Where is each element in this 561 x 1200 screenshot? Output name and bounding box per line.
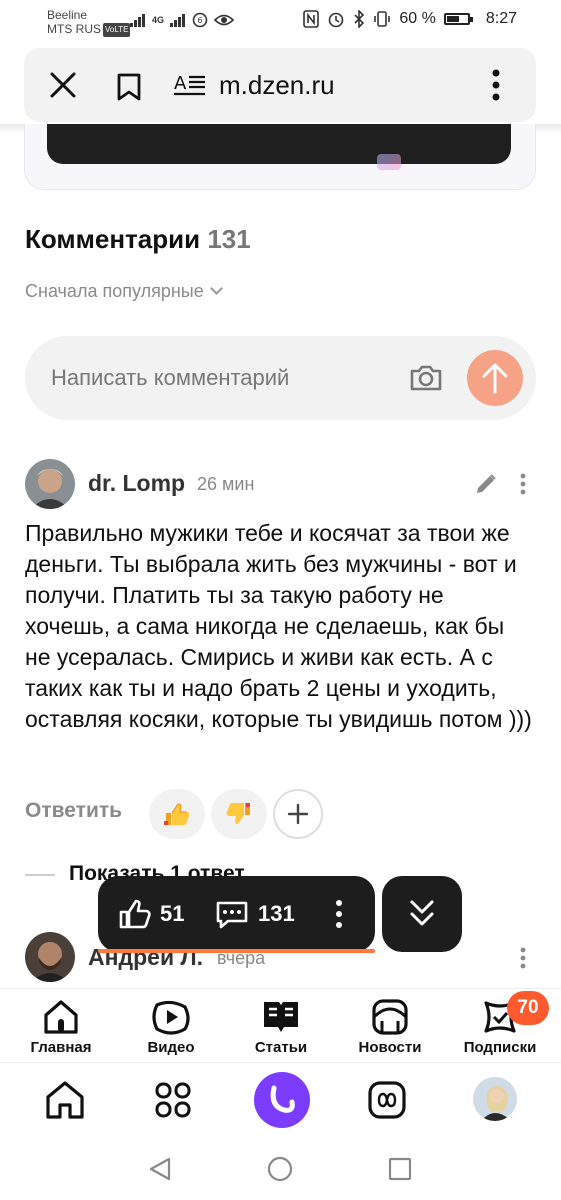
eye-icon (214, 14, 235, 26)
clock: 8:27 (485, 10, 517, 27)
more-vertical-icon[interactable] (486, 68, 506, 102)
nfc-icon (303, 10, 320, 28)
like-count[interactable]: 51 (160, 901, 184, 927)
comment-more-icon[interactable] (516, 472, 530, 496)
chevron-down-icon (209, 282, 223, 295)
data-saver-icon: 6 (192, 12, 208, 28)
news-icon (372, 999, 408, 1035)
video-icon (152, 1000, 190, 1035)
recents-icon[interactable] (387, 1156, 413, 1182)
close-icon[interactable] (48, 70, 78, 100)
alarm-icon (329, 12, 344, 28)
nav-label: Подписки (463, 1039, 537, 1056)
alice-assistant-icon (270, 1085, 295, 1113)
carrier-1: Beeline (47, 8, 88, 22)
send-button[interactable] (467, 350, 523, 406)
dzen-bottom-nav: Главная Видео Статьи Новости Подписки (0, 988, 561, 1060)
comment-text: Правильно мужики тебе и косячат за твои … (25, 520, 532, 732)
add-reaction-button[interactable] (273, 789, 323, 839)
sort-label: Сначала популярные (25, 281, 204, 301)
nav-label: Главная (30, 1039, 92, 1056)
android-navigation-bar (0, 1138, 561, 1200)
carrier-info: Beeline MTS RUS VoLTE (47, 8, 131, 37)
arrow-up-icon (482, 363, 508, 394)
back-icon[interactable] (147, 1156, 173, 1182)
edit-pencil-icon[interactable] (474, 472, 498, 496)
reply-button[interactable]: Ответить (25, 799, 122, 823)
progress-accent (98, 949, 375, 953)
reader-mode-icon[interactable]: A (174, 72, 206, 98)
nav-label: Видео (147, 1039, 195, 1056)
network-type: 4G (152, 15, 165, 25)
thumbs-down-emoji-icon (226, 803, 250, 824)
nav-label: Статьи (254, 1039, 308, 1056)
bookmark-icon[interactable] (116, 72, 142, 102)
signal-icon (130, 14, 145, 27)
browser-bottom-bar (0, 1062, 561, 1138)
reaction-like-button[interactable] (149, 789, 205, 839)
signal-icons: 4G 6 (130, 12, 235, 28)
bluetooth-icon (354, 10, 365, 28)
vibrate-icon (374, 11, 391, 27)
alice-assistant-button[interactable] (254, 1072, 310, 1128)
avatar[interactable] (25, 932, 75, 982)
thumbs-up-emoji-icon (164, 803, 190, 825)
home-icon[interactable] (42, 1077, 88, 1123)
camera-icon[interactable] (409, 361, 443, 395)
apps-grid-icon[interactable] (150, 1077, 196, 1123)
articles-icon (264, 1002, 298, 1032)
home-circle-icon[interactable] (267, 1156, 293, 1182)
tabs-icon[interactable] (364, 1077, 410, 1123)
floating-action-bar: 51 131 (98, 876, 375, 952)
comments-icon[interactable] (214, 900, 250, 930)
signal-icon-2 (170, 14, 186, 27)
comments-heading: Комментарии 131 (25, 224, 251, 255)
carrier-2: MTS RUS (47, 22, 101, 36)
reaction-dislike-button[interactable] (211, 789, 267, 839)
article-card-fragment (24, 124, 536, 190)
status-right: 60 % 8:27 (303, 10, 517, 28)
url-text[interactable]: m.dzen.ru (219, 70, 335, 101)
nav-label: Новости (358, 1039, 422, 1056)
svg-text:6: 6 (197, 16, 202, 25)
avatar[interactable] (25, 459, 75, 509)
browser-url-bar: A m.dzen.ru (24, 48, 536, 122)
status-bar: Beeline MTS RUS VoLTE 4G 6 60 % 8:27 (0, 0, 561, 44)
comments-title: Комментарии (25, 224, 201, 254)
svg-text:A: A (174, 73, 187, 94)
battery-percent: 60 % (399, 10, 436, 27)
volte-badge: VoLTE (103, 23, 131, 37)
comment-time: 26 мин (197, 474, 255, 494)
battery-icon (443, 13, 473, 25)
replies-divider (25, 874, 55, 876)
comment-author[interactable]: dr. Lomp (88, 470, 185, 497)
comment-input[interactable] (51, 358, 411, 398)
comment-input-box (25, 336, 536, 420)
comments-count-badge[interactable]: 131 (258, 901, 295, 927)
comment-more-icon[interactable] (516, 946, 530, 970)
comments-count: 131 (207, 224, 251, 254)
sort-dropdown[interactable]: Сначала популярные (25, 281, 223, 302)
profile-avatar[interactable] (473, 1077, 517, 1121)
more-vertical-icon[interactable] (334, 898, 344, 930)
subscriptions-badge: 70 (507, 991, 549, 1025)
card-action-button[interactable] (47, 124, 511, 164)
like-icon[interactable] (118, 898, 152, 930)
scroll-down-button[interactable] (382, 876, 462, 952)
card-decoration (377, 154, 401, 170)
home-icon (44, 1000, 78, 1034)
double-chevron-down-icon (410, 900, 434, 926)
plus-icon (287, 803, 309, 825)
